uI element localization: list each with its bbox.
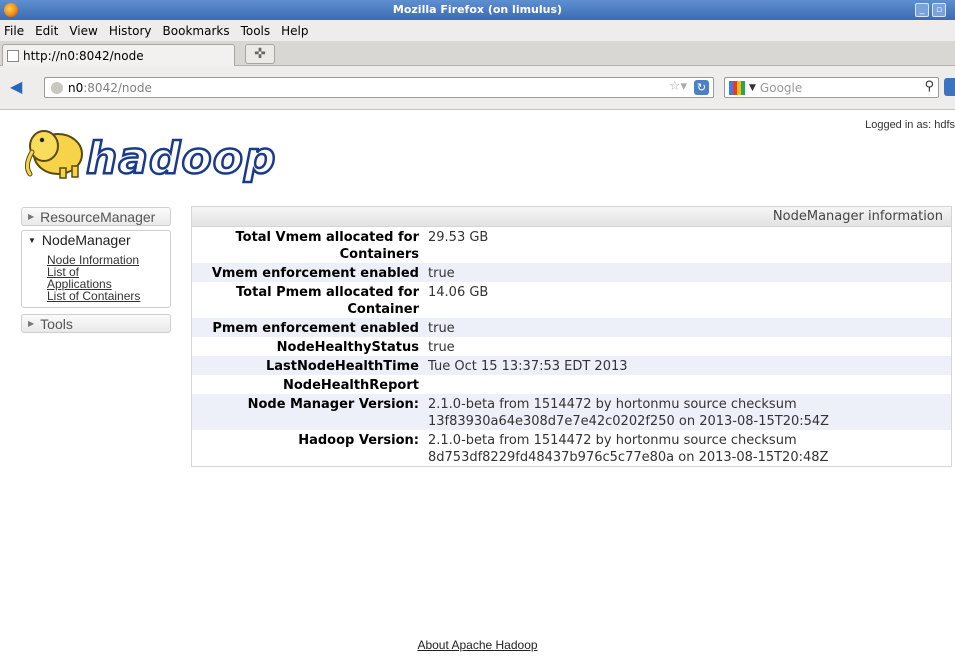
binoculars-icon[interactable]: ⚲ bbox=[924, 79, 934, 94]
window-title: Mozilla Firefox (on limulus) bbox=[392, 3, 563, 16]
tab-node[interactable]: http://n0:8042/node bbox=[2, 44, 235, 66]
row-label: LastNodeHealthTime bbox=[192, 356, 428, 375]
row-label: Hadoop Version: bbox=[298, 433, 419, 448]
panel-title: NodeManager information bbox=[192, 207, 951, 227]
url-path: :8042/node bbox=[83, 80, 152, 95]
google-icon[interactable] bbox=[729, 80, 745, 95]
back-arrow-icon[interactable]: ◀ bbox=[10, 77, 22, 96]
row-value: 14.06 GB bbox=[428, 285, 489, 300]
new-tab-button[interactable]: ✜ bbox=[245, 44, 275, 64]
maximize-icon[interactable]: ▫ bbox=[932, 3, 946, 17]
nodemanager-links: Node Information List of Applications Li… bbox=[21, 249, 171, 308]
row-value bbox=[428, 375, 951, 394]
search-placeholder: Google bbox=[759, 80, 803, 95]
table-row: Vmem enforcement enabled true bbox=[192, 263, 951, 282]
row-label: NodeHealthReport bbox=[282, 378, 419, 393]
table-row: Pmem enforcement enabled true bbox=[192, 318, 951, 337]
menu-view[interactable]: View bbox=[69, 24, 97, 38]
row-label: Vmem enforcement enabled bbox=[192, 263, 428, 282]
sidebar-item-resourcemanager[interactable]: ▶ ResourceManager bbox=[21, 207, 171, 226]
bookmark-star-icon[interactable]: ☆▾ bbox=[669, 79, 687, 94]
about-apache-hadoop-link[interactable]: About Apache Hadoop bbox=[417, 638, 537, 652]
menu-tools[interactable]: Tools bbox=[241, 24, 271, 38]
row-value: 2.1.0-beta from 1514472 by hortonmu sour… bbox=[428, 394, 951, 430]
sidebar-item-label: NodeManager bbox=[41, 232, 131, 248]
footer: About Apache Hadoop bbox=[0, 638, 955, 652]
row-value: true bbox=[428, 318, 951, 337]
url-host: n0 bbox=[68, 80, 84, 95]
sidebar-item-label: Tools bbox=[40, 315, 73, 332]
menu-bar: File Edit View History Bookmarks Tools H… bbox=[0, 20, 955, 41]
table-row: LastNodeHealthTime Tue Oct 15 13:37:53 E… bbox=[192, 356, 951, 375]
sidebar-item-tools[interactable]: ▶ Tools bbox=[21, 314, 171, 333]
tab-strip: http://n0:8042/node bbox=[0, 41, 955, 66]
table-row: Total Vmem allocated for Containers 29.5… bbox=[192, 227, 951, 263]
hadoop-logo: hadoop bbox=[24, 130, 277, 185]
tab-title: http://n0:8042/node bbox=[23, 48, 144, 63]
row-label: Total Vmem allocated for Containers bbox=[235, 230, 420, 262]
row-value: 2.1.0-beta from 1514472 by hortonmu sour… bbox=[428, 433, 829, 465]
window-title-bar: Mozilla Firefox (on limulus) _ ▫ bbox=[0, 0, 955, 20]
globe-icon bbox=[51, 81, 63, 94]
url-bar[interactable]: n0:8042/node ☆▾ ↻ bbox=[44, 77, 714, 98]
row-value: 29.53 GB bbox=[428, 230, 489, 245]
search-bar[interactable]: ▼ Google ⚲ bbox=[724, 77, 939, 98]
table-row: Node Manager Version: 2.1.0-beta from 15… bbox=[192, 394, 951, 430]
row-value: true bbox=[428, 340, 455, 355]
link-list-of-applications[interactable]: List of Applications bbox=[47, 266, 112, 290]
row-label: NodeHealthyStatus bbox=[276, 340, 419, 355]
menu-edit[interactable]: Edit bbox=[35, 24, 58, 38]
menu-history[interactable]: History bbox=[109, 24, 152, 38]
row-label: Node Manager Version: bbox=[192, 394, 428, 430]
sidebar: ▶ ResourceManager ▼ NodeManager Node Inf… bbox=[21, 207, 171, 333]
menu-bookmarks[interactable]: Bookmarks bbox=[163, 24, 230, 38]
table-row: Hadoop Version: 2.1.0-beta from 1514472 … bbox=[192, 430, 951, 466]
row-label: Total Pmem allocated for Container bbox=[236, 285, 419, 317]
info-table: Total Vmem allocated for Containers 29.5… bbox=[192, 227, 951, 466]
logged-in-text: Logged in as: hdfs bbox=[865, 119, 955, 131]
link-list-of-containers[interactable]: List of Containers bbox=[47, 290, 170, 302]
page-icon bbox=[7, 49, 19, 62]
table-row: NodeHealthyStatus true bbox=[192, 337, 951, 356]
sidebar-item-label: ResourceManager bbox=[40, 208, 156, 225]
row-value: true bbox=[428, 263, 951, 282]
navigation-bar: ◀ n0:8042/node ☆▾ ↻ ▼ Google ⚲ bbox=[0, 66, 955, 110]
row-label: Pmem enforcement enabled bbox=[192, 318, 428, 337]
triangle-right-icon: ▶ bbox=[28, 212, 35, 221]
menu-help[interactable]: Help bbox=[281, 24, 308, 38]
hadoop-logo-text: hadoop bbox=[86, 133, 276, 184]
minimize-icon[interactable]: _ bbox=[915, 3, 929, 17]
sidebar-item-nodemanager[interactable]: ▼ NodeManager bbox=[21, 230, 171, 249]
reload-icon[interactable]: ↻ bbox=[694, 80, 709, 95]
row-value: Tue Oct 15 13:37:53 EDT 2013 bbox=[428, 356, 951, 375]
table-row: Total Pmem allocated for Container 14.06… bbox=[192, 282, 951, 318]
page-content: Logged in as: hdfs hadoop ▶ ResourceMana… bbox=[0, 111, 955, 671]
triangle-down-icon: ▼ bbox=[28, 235, 36, 245]
nodemanager-info-panel: NodeManager information Total Vmem alloc… bbox=[191, 206, 952, 467]
table-row: NodeHealthReport bbox=[192, 375, 951, 394]
home-icon[interactable] bbox=[944, 78, 955, 96]
menu-file[interactable]: File bbox=[4, 24, 24, 38]
chevron-down-icon[interactable]: ▼ bbox=[749, 83, 756, 93]
triangle-right-icon: ▶ bbox=[28, 319, 35, 328]
